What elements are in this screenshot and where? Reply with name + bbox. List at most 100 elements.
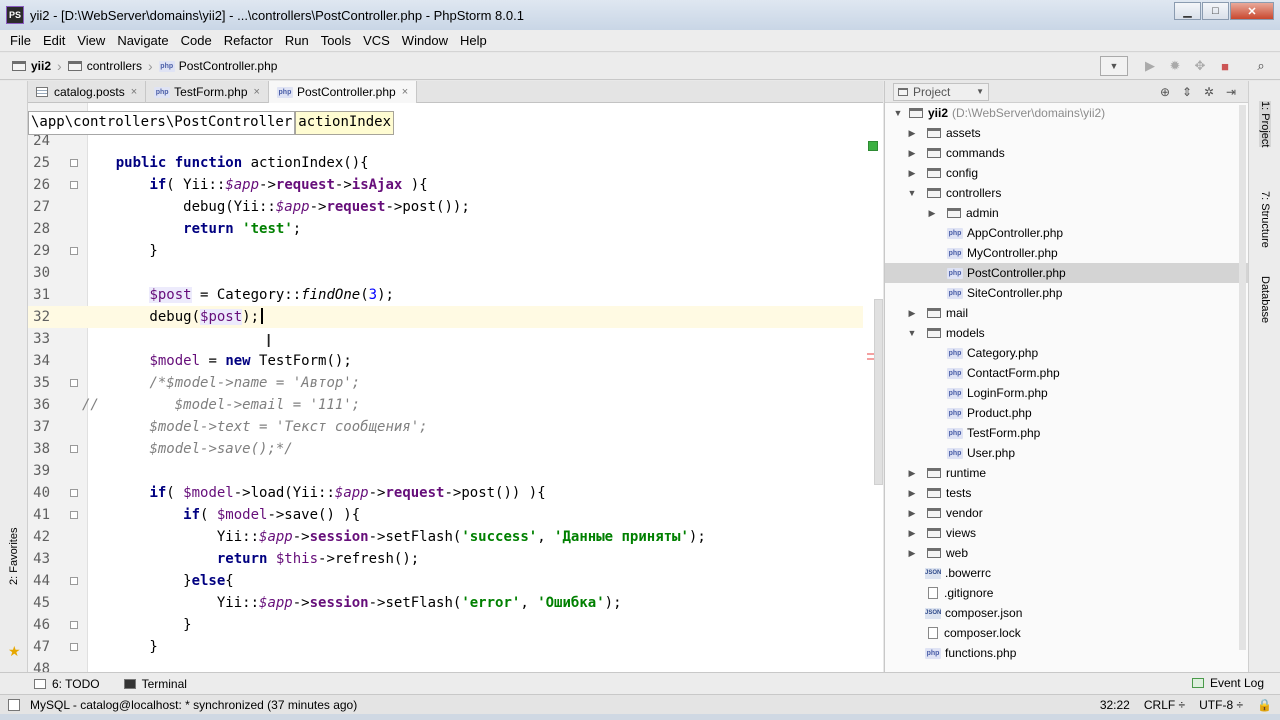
expand-arrow-icon[interactable]: ▶ <box>927 203 937 223</box>
code-line[interactable]: 37 $model->text = 'Текст сообщения'; <box>28 416 883 438</box>
scroll-from-source-icon[interactable]: ⊕ <box>1154 83 1176 101</box>
code-line[interactable]: 45 Yii::$app->session->setFlash('error',… <box>28 592 883 614</box>
code-line[interactable]: 34 $model = new TestForm(); <box>28 350 883 372</box>
terminal-tab[interactable]: Terminal <box>123 677 187 691</box>
project-side-tab[interactable]: 1: Project <box>1259 101 1271 148</box>
gear-icon[interactable]: ✲ <box>1198 83 1220 101</box>
minimize-button[interactable]: ▁ <box>1174 2 1201 20</box>
project-view-select[interactable]: Project ▼ <box>893 82 989 101</box>
code-line[interactable]: 33 <box>28 328 883 350</box>
expand-arrow-icon[interactable]: ▶ <box>907 163 917 183</box>
tree-folder[interactable]: ▶ runtime <box>885 463 1248 483</box>
fold-marker-icon[interactable] <box>70 247 78 255</box>
menu-code[interactable]: Code <box>175 33 218 48</box>
tree-folder[interactable]: ▶ vendor <box>885 503 1248 523</box>
tree-file[interactable]: php Category.php <box>885 343 1248 363</box>
code-line[interactable]: 35 /*$model->name = 'Автор'; <box>28 372 883 394</box>
expand-arrow-icon[interactable]: ▶ <box>907 503 917 523</box>
collapse-all-icon[interactable]: ⇕ <box>1176 83 1198 101</box>
expand-arrow-icon[interactable]: ▼ <box>893 103 903 123</box>
breadcrumb-file[interactable]: php PostController.php <box>158 59 277 73</box>
code-line[interactable]: 40 if( $model->load(Yii::$app->request->… <box>28 482 883 504</box>
expand-arrow-icon[interactable]: ▶ <box>907 483 917 503</box>
tab-postcontroller[interactable]: php PostController.php × <box>268 81 418 103</box>
editor-scrollbar[interactable] <box>863 103 883 672</box>
tool-windows-toggle-icon[interactable] <box>8 699 20 711</box>
database-side-tab[interactable]: Database <box>1259 276 1271 323</box>
hide-icon[interactable]: ⇥ <box>1220 83 1242 101</box>
tree-file[interactable]: php PostController.php <box>885 263 1248 283</box>
expand-arrow-icon[interactable]: ▼ <box>907 323 917 343</box>
fold-marker-icon[interactable] <box>70 621 78 629</box>
code-line[interactable]: 42 Yii::$app->session->setFlash('success… <box>28 526 883 548</box>
tab-testform[interactable]: php TestForm.php × <box>146 81 269 103</box>
menu-tools[interactable]: Tools <box>315 33 357 48</box>
stop-icon[interactable]: ■ <box>1214 56 1236 76</box>
expand-arrow-icon[interactable]: ▶ <box>907 303 917 323</box>
tree-file[interactable]: .gitignore <box>885 583 1248 603</box>
todo-tab[interactable]: 6: TODO <box>34 677 100 691</box>
tree-folder[interactable]: ▶ admin <box>885 203 1248 223</box>
tree-folder[interactable]: ▼ models <box>885 323 1248 343</box>
star-icon[interactable]: ★ <box>8 643 21 660</box>
close-tab-icon[interactable]: × <box>131 86 137 98</box>
tree-folder[interactable]: ▼ controllers <box>885 183 1248 203</box>
run-config-dropdown[interactable]: ▼ <box>1100 56 1128 76</box>
fold-marker-icon[interactable] <box>70 181 78 189</box>
close-tab-icon[interactable]: × <box>254 86 260 98</box>
code-breadcrumb-class[interactable]: \app\controllers\PostController <box>28 111 296 135</box>
tree-file[interactable]: php SiteController.php <box>885 283 1248 303</box>
menu-vcs[interactable]: VCS <box>357 33 396 48</box>
phpstorm-app-icon[interactable]: PS <box>6 6 24 24</box>
expand-arrow-icon[interactable]: ▶ <box>907 143 917 163</box>
code-line[interactable]: 29 } <box>28 240 883 262</box>
close-tab-icon[interactable]: × <box>402 86 408 98</box>
menu-refactor[interactable]: Refactor <box>218 33 279 48</box>
tree-root-yii2[interactable]: ▼ yii2 (D:\WebServer\domains\yii2) <box>885 103 1248 123</box>
structure-side-tab[interactable]: 7: Structure <box>1259 191 1271 248</box>
maximize-button[interactable]: □ <box>1202 2 1229 20</box>
project-scrollbar[interactable] <box>1239 105 1246 650</box>
fold-marker-icon[interactable] <box>70 445 78 453</box>
menu-help[interactable]: Help <box>454 33 493 48</box>
code-line[interactable]: 43 return $this->refresh(); <box>28 548 883 570</box>
tree-folder[interactable]: ▶ views <box>885 523 1248 543</box>
code-line[interactable]: 41 if( $model->save() ){ <box>28 504 883 526</box>
menu-view[interactable]: View <box>71 33 111 48</box>
fold-marker-icon[interactable] <box>70 577 78 585</box>
lock-icon[interactable]: 🔒 <box>1257 698 1272 712</box>
tree-file[interactable]: php TestForm.php <box>885 423 1248 443</box>
code-line[interactable]: 47 } <box>28 636 883 658</box>
code-line[interactable]: 48 <box>28 658 883 672</box>
code-line[interactable]: 46 } <box>28 614 883 636</box>
code-line[interactable]: 25 public function actionIndex(){ <box>28 152 883 174</box>
tree-folder[interactable]: ▶ tests <box>885 483 1248 503</box>
line-separator-widget[interactable]: CRLF ÷ <box>1144 698 1185 712</box>
tree-file[interactable]: php LoginForm.php <box>885 383 1248 403</box>
code-line[interactable]: 26 if( Yii::$app->request->isAjax ){ <box>28 174 883 196</box>
code-line[interactable]: 39 <box>28 460 883 482</box>
breadcrumb-folder[interactable]: controllers › <box>67 58 153 74</box>
tree-file[interactable]: php functions.php <box>885 643 1248 663</box>
expand-arrow-icon[interactable]: ▼ <box>907 183 917 203</box>
caret-position[interactable]: 32:22 <box>1100 698 1130 712</box>
tree-file[interactable]: php ContactForm.php <box>885 363 1248 383</box>
menu-window[interactable]: Window <box>396 33 454 48</box>
expand-arrow-icon[interactable]: ▶ <box>907 123 917 143</box>
fold-marker-icon[interactable] <box>70 643 78 651</box>
event-log-tab[interactable]: Event Log <box>1191 676 1264 690</box>
code-line[interactable]: 36 // $model->email = '111'; <box>28 394 883 416</box>
code-editor[interactable]: 24 25 public function actionIndex(){26 if… <box>28 103 883 672</box>
run-icon[interactable]: ▶ <box>1139 56 1161 76</box>
encoding-widget[interactable]: UTF-8 ÷ <box>1199 698 1243 712</box>
editor-scrollbar-thumb[interactable] <box>874 299 883 485</box>
menu-edit[interactable]: Edit <box>37 33 71 48</box>
tree-file[interactable]: JSON composer.json <box>885 603 1248 623</box>
code-breadcrumb-method[interactable]: actionIndex <box>295 111 395 135</box>
tree-folder[interactable]: ▶ assets <box>885 123 1248 143</box>
tree-folder[interactable]: ▶ commands <box>885 143 1248 163</box>
expand-arrow-icon[interactable]: ▶ <box>907 543 917 563</box>
debug-icon[interactable]: ✹ <box>1164 56 1186 76</box>
tree-folder[interactable]: ▶ mail <box>885 303 1248 323</box>
fold-marker-icon[interactable] <box>70 379 78 387</box>
